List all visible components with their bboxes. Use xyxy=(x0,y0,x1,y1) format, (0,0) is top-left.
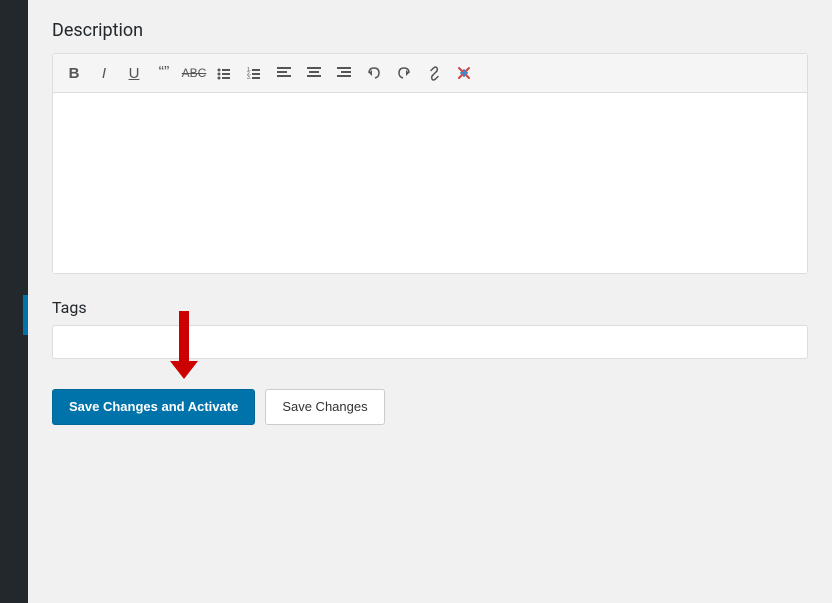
bold-button[interactable]: B xyxy=(61,60,87,86)
arrow-head xyxy=(170,361,198,379)
tags-heading: Tags xyxy=(52,298,808,317)
svg-text:3.: 3. xyxy=(247,75,251,80)
undo-button[interactable] xyxy=(361,60,387,86)
underline-button[interactable]: U xyxy=(121,60,147,86)
align-left-button[interactable] xyxy=(271,60,297,86)
arrow-shaft xyxy=(179,311,189,361)
editor-content-area[interactable] xyxy=(53,93,807,273)
buttons-row: Save Changes and Activate Save Changes xyxy=(52,379,808,425)
align-center-button[interactable] xyxy=(301,60,327,86)
tags-input-field[interactable] xyxy=(52,325,808,359)
save-and-activate-button[interactable]: Save Changes and Activate xyxy=(52,389,255,425)
arrow-indicator xyxy=(170,311,198,379)
redo-button[interactable] xyxy=(391,60,417,86)
editor-toolbar: B I U “” ABC xyxy=(53,54,807,93)
blockquote-button[interactable]: “” xyxy=(151,60,177,86)
align-right-button[interactable] xyxy=(331,60,357,86)
unordered-list-button[interactable] xyxy=(211,60,237,86)
italic-button[interactable]: I xyxy=(91,60,117,86)
description-editor: B I U “” ABC xyxy=(52,53,808,274)
tags-section: Tags xyxy=(52,298,808,359)
remove-format-button[interactable] xyxy=(451,60,477,86)
description-heading: Description xyxy=(52,20,808,41)
save-button[interactable]: Save Changes xyxy=(265,389,384,425)
link-button[interactable] xyxy=(421,60,447,86)
main-content: Description B I U “” ABC xyxy=(28,0,832,603)
strikethrough-button[interactable]: ABC xyxy=(181,60,207,86)
sidebar-accent xyxy=(23,295,28,335)
sidebar xyxy=(0,0,28,603)
ordered-list-button[interactable]: 1. 2. 3. xyxy=(241,60,267,86)
